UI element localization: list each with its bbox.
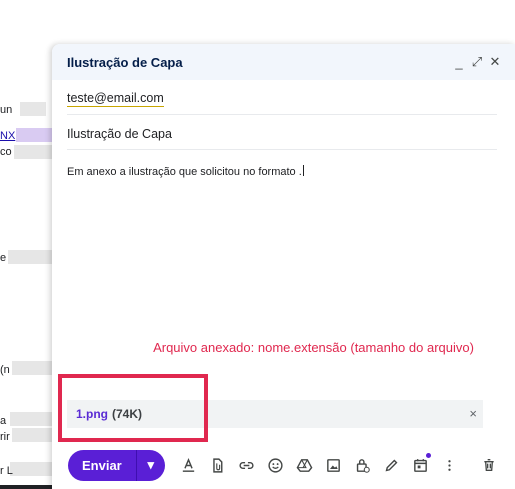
attach-file-icon[interactable]: [203, 453, 232, 477]
drive-icon[interactable]: [290, 453, 319, 477]
expand-icon[interactable]: ⤢: [469, 54, 485, 70]
inbox-snippet: co: [0, 146, 12, 158]
attachment-chip[interactable]: 1.png (74K) ×: [67, 400, 483, 428]
schedule-send-icon[interactable]: [406, 453, 435, 477]
blurred-text: [12, 361, 52, 375]
message-body[interactable]: Em anexo a ilustração que solicitou no f…: [67, 165, 304, 178]
recipient-chip[interactable]: teste@email.com: [67, 91, 164, 107]
compose-window: Ilustração de Capa _ ⤢ ✕ teste@email.com…: [52, 44, 515, 489]
blurred-text: [20, 102, 46, 116]
inbox-list-background: un NX co e (n a rir r L: [0, 0, 58, 489]
send-button-group: Enviar ▾: [68, 449, 165, 481]
blurred-text: [8, 250, 52, 264]
inbox-snippet: r L: [0, 465, 13, 477]
blurred-text: [16, 128, 52, 142]
send-options-button[interactable]: ▾: [137, 450, 165, 481]
subject-field[interactable]: Ilustração de Capa: [67, 119, 497, 150]
attachment-size: (74K): [112, 407, 143, 421]
subject-value: Ilustração de Capa: [67, 127, 172, 141]
attachment-annotation: Arquivo anexado: nome.extensão (tamanho …: [153, 340, 474, 355]
compose-toolbar: Enviar ▾: [68, 449, 464, 481]
blurred-text: [12, 428, 52, 442]
trash-icon[interactable]: [478, 453, 500, 477]
close-icon[interactable]: ✕: [487, 54, 503, 70]
formatting-tools: [174, 453, 464, 477]
confidential-mode-icon[interactable]: [348, 453, 377, 477]
blurred-text: [10, 412, 52, 426]
compose-title: Ilustração de Capa: [67, 54, 183, 70]
insert-link-icon[interactable]: [232, 453, 261, 477]
minimize-icon[interactable]: _: [451, 54, 467, 70]
inbox-snippet: a: [0, 415, 7, 427]
inbox-snippet: rir: [0, 431, 10, 443]
send-button[interactable]: Enviar: [68, 450, 136, 481]
notification-dot: [425, 453, 431, 458]
inbox-snippet: un: [0, 104, 13, 116]
email-compose-screen: un NX co e (n a rir r L Ilustração de Ca…: [0, 0, 515, 489]
inbox-snippet: (n: [0, 364, 10, 376]
attachment-name[interactable]: 1.png: [76, 407, 108, 421]
formatting-icon[interactable]: [174, 453, 203, 477]
emoji-icon[interactable]: [261, 453, 290, 477]
blurred-text: [10, 462, 52, 476]
message-body-text: Em anexo a ilustração que solicitou no f…: [67, 166, 302, 178]
blurred-text: [14, 145, 52, 159]
compose-header[interactable]: Ilustração de Capa _ ⤢ ✕: [52, 44, 515, 80]
to-field[interactable]: teste@email.com: [67, 84, 497, 115]
signature-icon[interactable]: [377, 453, 406, 477]
inbox-link[interactable]: NX: [0, 130, 15, 142]
text-cursor: [302, 165, 304, 176]
more-options-icon[interactable]: [435, 453, 464, 477]
insert-photo-icon[interactable]: [319, 453, 348, 477]
remove-attachment-icon[interactable]: ×: [469, 406, 477, 421]
inbox-snippet: e: [0, 252, 7, 264]
